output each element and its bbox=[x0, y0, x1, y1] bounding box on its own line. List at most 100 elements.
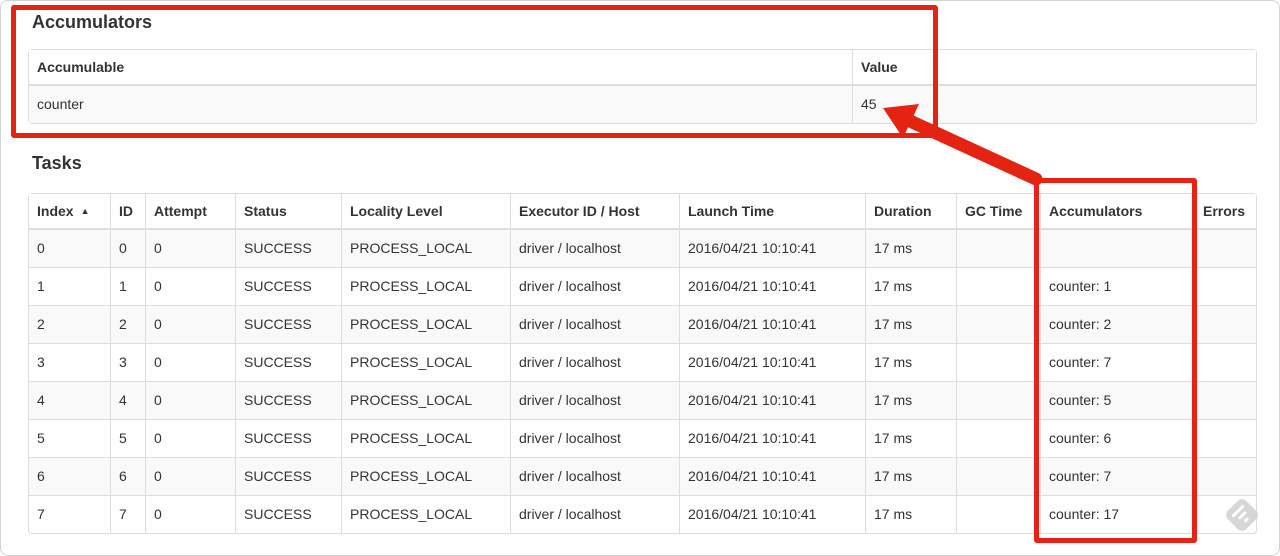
cell-duration: 17 ms bbox=[865, 267, 956, 305]
cell-accumulators: counter: 1 bbox=[1040, 267, 1194, 305]
table-row: 4 4 0 SUCCESS PROCESS_LOCAL driver / loc… bbox=[29, 381, 1256, 419]
cell-status: SUCCESS bbox=[235, 267, 341, 305]
column-header-launch-time[interactable]: Launch Time bbox=[679, 194, 865, 230]
cell-accumulators: counter: 5 bbox=[1040, 381, 1194, 419]
cell-id: 7 bbox=[110, 495, 145, 533]
accumulators-header-row: Accumulable Value bbox=[29, 50, 1256, 86]
cell-locality-level: PROCESS_LOCAL bbox=[341, 495, 510, 533]
cell-index: 4 bbox=[29, 381, 110, 419]
column-header-errors[interactable]: Errors bbox=[1194, 194, 1256, 230]
column-header-accumulators[interactable]: Accumulators bbox=[1040, 194, 1194, 230]
cell-index: 1 bbox=[29, 267, 110, 305]
cell-attempt: 0 bbox=[145, 230, 235, 267]
cell-errors bbox=[1194, 305, 1256, 343]
cell-attempt: 0 bbox=[145, 267, 235, 305]
cell-launch-time: 2016/04/21 10:10:41 bbox=[679, 495, 865, 533]
table-row: 1 1 0 SUCCESS PROCESS_LOCAL driver / loc… bbox=[29, 267, 1256, 305]
table-row: 6 6 0 SUCCESS PROCESS_LOCAL driver / loc… bbox=[29, 457, 1256, 495]
column-header-duration[interactable]: Duration bbox=[865, 194, 956, 230]
cell-index: 0 bbox=[37, 240, 45, 256]
table-row: counter 45 bbox=[29, 86, 1256, 123]
cell-launch-time: 2016/04/21 10:10:41 bbox=[679, 267, 865, 305]
cell-executor-id-host: driver / localhost bbox=[510, 343, 679, 381]
table-row: 0 0 0 SUCCESS PROCESS_LOCAL driver / loc… bbox=[29, 230, 1256, 267]
cell-errors bbox=[1194, 267, 1256, 305]
column-header-locality-level[interactable]: Locality Level bbox=[341, 194, 510, 230]
column-header-index[interactable]: Index ▲ bbox=[29, 194, 110, 230]
cell-gc-time bbox=[956, 343, 1040, 381]
cell-attempt: 0 bbox=[145, 457, 235, 495]
cell-gc-time bbox=[956, 230, 1040, 267]
cell-accumulators: counter: 7 bbox=[1040, 343, 1194, 381]
cell-errors bbox=[1194, 457, 1256, 495]
cell-index: 2 bbox=[29, 305, 110, 343]
cell-id: 0 bbox=[110, 230, 145, 267]
cell-errors bbox=[1194, 343, 1256, 381]
cell-errors bbox=[1194, 230, 1256, 267]
cell-launch-time: 2016/04/21 10:10:41 bbox=[679, 419, 865, 457]
cell-locality-level: PROCESS_LOCAL bbox=[341, 457, 510, 495]
watermark-stripe bbox=[1243, 517, 1250, 523]
cell-executor-id-host: driver / localhost bbox=[510, 419, 679, 457]
cell-index: 6 bbox=[29, 457, 110, 495]
cell-value: 45 bbox=[852, 86, 1256, 123]
cell-executor-id-host: driver / localhost bbox=[510, 495, 679, 533]
cell-id: 2 bbox=[110, 305, 145, 343]
column-header-executor-id-host[interactable]: Executor ID / Host bbox=[510, 194, 679, 230]
cell-accumulators: counter: 6 bbox=[1040, 419, 1194, 457]
cell-status: SUCCESS bbox=[235, 343, 341, 381]
cell-accumulators bbox=[1040, 230, 1194, 267]
cell-errors bbox=[1194, 381, 1256, 419]
cell-duration: 17 ms bbox=[865, 419, 956, 457]
cell-gc-time bbox=[956, 495, 1040, 533]
tasks-header-row: Index ▲ ID Attempt Status Locality Level … bbox=[29, 194, 1256, 230]
cell-status: SUCCESS bbox=[235, 457, 341, 495]
cell-id: 4 bbox=[110, 381, 145, 419]
tasks-section-title: Tasks bbox=[32, 153, 82, 173]
cell-duration: 17 ms bbox=[865, 495, 956, 533]
cell-duration: 17 ms bbox=[865, 457, 956, 495]
cell-errors bbox=[1194, 419, 1256, 457]
cell-id: 6 bbox=[110, 457, 145, 495]
cell-accumulators: counter: 2 bbox=[1040, 305, 1194, 343]
cell-locality-level: PROCESS_LOCAL bbox=[341, 267, 510, 305]
cell-attempt: 0 bbox=[145, 419, 235, 457]
cell-gc-time bbox=[956, 267, 1040, 305]
cell-status: SUCCESS bbox=[235, 495, 341, 533]
cell-gc-time bbox=[956, 305, 1040, 343]
cell-status: SUCCESS bbox=[235, 305, 341, 343]
cell-locality-level: PROCESS_LOCAL bbox=[341, 343, 510, 381]
column-header-status[interactable]: Status bbox=[235, 194, 341, 230]
cell-accumulators: counter: 7 bbox=[1040, 457, 1194, 495]
cell-attempt: 0 bbox=[145, 495, 235, 533]
cell-executor-id-host: driver / localhost bbox=[510, 267, 679, 305]
cell-locality-level: PROCESS_LOCAL bbox=[341, 230, 510, 267]
cell-launch-time: 2016/04/21 10:10:41 bbox=[679, 381, 865, 419]
accumulators-section-title: Accumulators bbox=[32, 12, 153, 32]
cell-gc-time bbox=[956, 381, 1040, 419]
tasks-table: Index ▲ ID Attempt Status Locality Level … bbox=[28, 193, 1257, 534]
cell-launch-time: 2016/04/21 10:10:41 bbox=[679, 457, 865, 495]
cell-executor-id-host: driver / localhost bbox=[510, 457, 679, 495]
cell-index: 3 bbox=[29, 343, 110, 381]
cell-id: 3 bbox=[110, 343, 145, 381]
cell-locality-level: PROCESS_LOCAL bbox=[341, 419, 510, 457]
page: Accumulators Accumulable Value counter 4… bbox=[0, 0, 1280, 556]
cell-attempt: 0 bbox=[145, 381, 235, 419]
cell-accumulators: counter: 17 bbox=[1040, 495, 1194, 533]
column-header-id[interactable]: ID bbox=[110, 194, 145, 230]
cell-executor-id-host: driver / localhost bbox=[510, 381, 679, 419]
cell-index: 5 bbox=[29, 419, 110, 457]
column-header-index-label: Index bbox=[37, 203, 74, 219]
column-header-value[interactable]: Value bbox=[852, 50, 1256, 86]
column-header-accumulable[interactable]: Accumulable bbox=[29, 50, 852, 86]
column-header-attempt[interactable]: Attempt bbox=[145, 194, 235, 230]
cell-duration: 17 ms bbox=[865, 381, 956, 419]
table-row: 5 5 0 SUCCESS PROCESS_LOCAL driver / loc… bbox=[29, 419, 1256, 457]
column-header-gc-time[interactable]: GC Time bbox=[956, 194, 1040, 230]
cell-launch-time: 2016/04/21 10:10:41 bbox=[679, 343, 865, 381]
table-row: 7 7 0 SUCCESS PROCESS_LOCAL driver / loc… bbox=[29, 495, 1256, 533]
cell-gc-time bbox=[956, 419, 1040, 457]
table-row: 3 3 0 SUCCESS PROCESS_LOCAL driver / loc… bbox=[29, 343, 1256, 381]
cell-status: SUCCESS bbox=[235, 230, 341, 267]
